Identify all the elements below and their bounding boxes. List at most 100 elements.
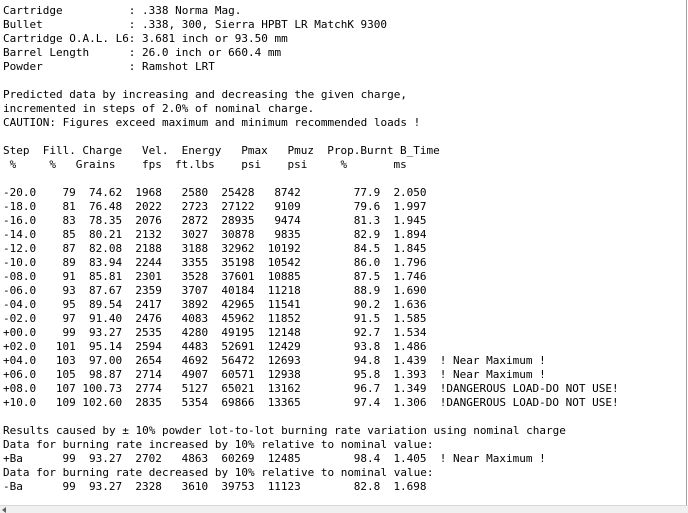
- report-text-view[interactable]: Cartridge: .338 Norma Mag. Bullet: .338, …: [0, 0, 687, 505]
- cell: 2535: [135, 326, 162, 339]
- cell: 9474: [274, 214, 301, 227]
- cell: 30878: [221, 228, 255, 241]
- intro-text: incremented in steps of 2.0% of nominal …: [3, 102, 315, 115]
- warning-text: !DANGEROUS LOAD-DO NOT USE!: [439, 396, 619, 409]
- cell: 97.4: [353, 396, 381, 409]
- cell: 107: [55, 382, 76, 395]
- column-unit: %: [340, 158, 348, 171]
- cell: 2188: [135, 242, 162, 255]
- header-value: 3.681 inch or 93.50 mm: [142, 32, 288, 45]
- cell: 83: [62, 214, 76, 227]
- header-value: 26.0 inch or 660.4 mm: [142, 46, 282, 59]
- scroll-left-arrow-icon[interactable]: [2, 507, 6, 513]
- cell: 13162: [267, 382, 301, 395]
- cell: 97.00: [89, 354, 123, 367]
- cell: -12.0: [3, 242, 37, 255]
- cell: 2702: [135, 452, 162, 465]
- cell: 2132: [135, 228, 162, 241]
- cell: 2774: [135, 382, 162, 395]
- header-line: Cartridge O.A.L. L6: 3.681 inch or 93.50…: [3, 32, 288, 45]
- cell: 5127: [181, 382, 209, 395]
- column-header: B_Time: [400, 144, 440, 157]
- cell: 2022: [135, 200, 162, 213]
- cell: -02.0: [3, 312, 37, 325]
- column-unit: %: [49, 158, 56, 171]
- burn-intro-line: Results caused by ± 10% powder lot-to-lo…: [3, 424, 619, 438]
- cell: 4280: [181, 326, 209, 339]
- cell: 1.698: [393, 480, 427, 493]
- cell: 93.27: [89, 326, 123, 339]
- cell: 4692: [181, 354, 209, 367]
- header-line: Barrel Length: 26.0 inch or 660.4 mm: [3, 46, 282, 59]
- intro-line: incremented in steps of 2.0% of nominal …: [3, 102, 619, 116]
- cell: +00.0: [3, 326, 37, 339]
- cell: 49195: [221, 326, 255, 339]
- cell: 2872: [181, 214, 209, 227]
- intro-text: Predicted data by increasing and decreas…: [3, 88, 407, 101]
- cell: 56472: [221, 354, 255, 367]
- table-row: -10.0 89 83.94 2244 3355 35198 10542 86.0 1.796: [3, 256, 619, 270]
- cell: +04.0: [3, 354, 37, 367]
- header-value: .338 Norma Mag.: [142, 4, 242, 17]
- cell: 11218: [267, 284, 301, 297]
- cell: 84.5: [353, 242, 381, 255]
- table-row: -20.0 79 74.62 1968 2580 25428 8742 77.9 2.050: [3, 186, 619, 200]
- header-label: Cartridge O.A.L. L6: [3, 32, 129, 45]
- header-value: Ramshot LRT: [142, 60, 215, 73]
- cell: -Ba: [3, 480, 23, 493]
- cell: 91: [62, 270, 76, 283]
- cell: 89: [62, 256, 76, 269]
- table-row: +00.0 99 93.27 2535 4280 49195 12148 92.7 1.534: [3, 326, 619, 340]
- intro-line: Predicted data by increasing and decreas…: [3, 88, 619, 102]
- column-header: Prop.Burnt: [327, 144, 394, 157]
- cell: 1.486: [393, 340, 427, 353]
- cell: 1.585: [393, 312, 427, 325]
- cell: 2594: [135, 340, 162, 353]
- cell: 1.393: [393, 368, 427, 381]
- cell: 11852: [267, 312, 301, 325]
- cell: 3188: [181, 242, 209, 255]
- header-line: Cartridge: .338 Norma Mag.: [3, 4, 242, 17]
- cell: 1.690: [393, 284, 427, 297]
- cell: 92.7: [353, 326, 381, 339]
- warning-text: ! Near Maximum !: [439, 354, 546, 367]
- cell: 100.73: [82, 382, 123, 395]
- cell: 81.3: [353, 214, 381, 227]
- cell: 45962: [221, 312, 255, 325]
- cell: 91.40: [89, 312, 123, 325]
- cell: -20.0: [3, 186, 37, 199]
- table-row: +10.0 109 102.60 2835 5354 69866 13365 97.4 1.30…: [3, 396, 619, 410]
- cell: 3355: [181, 256, 209, 269]
- header-label: Powder: [3, 60, 43, 73]
- cell: 8742: [274, 186, 301, 199]
- column-header: Charge: [82, 144, 123, 157]
- intro-line: CAUTION: Figures exceed maximum and mini…: [3, 116, 619, 130]
- cell: 85: [62, 228, 76, 241]
- table-row: -16.0 83 78.35 2076 2872 28935 9474 81.3 1.945: [3, 214, 619, 228]
- cell: 13365: [267, 396, 301, 409]
- header-value: .338, 300, Sierra HPBT LR MatchK 9300: [142, 18, 388, 31]
- table-row: +02.0 101 95.14 2594 4483 52691 12429 93.8 1.486: [3, 340, 619, 354]
- cell: 1.894: [393, 228, 427, 241]
- cell: 93.8: [353, 340, 381, 353]
- cell: 2417: [135, 298, 162, 311]
- burn-row: -Ba 99 93.27 2328 3610 39753 11123 82.8 1.698: [3, 480, 619, 494]
- cell: 83.94: [89, 256, 123, 269]
- column-header: Energy: [181, 144, 222, 157]
- intro-text: CAUTION: Figures exceed maximum and mini…: [3, 116, 421, 129]
- cell: 1.636: [393, 298, 427, 311]
- cell: +10.0: [3, 396, 37, 409]
- column-header: Fill.: [42, 144, 76, 157]
- column-unit: fps: [141, 158, 162, 171]
- table-row: -06.0 93 87.67 2359 3707 40184 11218 88.9 1.690: [3, 284, 619, 298]
- cell: 2476: [135, 312, 162, 325]
- cell: 10885: [267, 270, 301, 283]
- cell: 76.48: [89, 200, 123, 213]
- cell: 60269: [221, 452, 255, 465]
- cell: +06.0: [3, 368, 37, 381]
- cell: 28935: [221, 214, 255, 227]
- cell: 101: [55, 340, 76, 353]
- cell: 99: [62, 452, 76, 465]
- table-row: +06.0 105 98.87 2714 4907 60571 12938 95.8 1.393…: [3, 368, 619, 382]
